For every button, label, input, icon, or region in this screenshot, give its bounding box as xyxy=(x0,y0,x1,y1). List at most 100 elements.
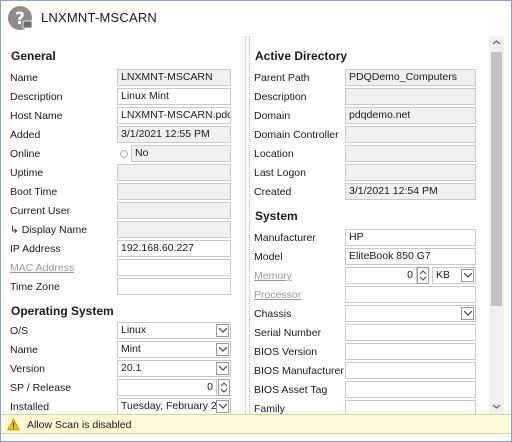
domain-field[interactable]: pdqdemo.net xyxy=(345,107,476,124)
online-status-indicator xyxy=(120,150,128,158)
location-label: Location xyxy=(254,148,294,160)
display-name-label: ↳ Display Name xyxy=(10,224,88,236)
os-label: O/S xyxy=(10,325,29,337)
name-label: Name xyxy=(10,72,39,84)
host-name-label: Host Name xyxy=(10,110,63,122)
chevron-down-icon[interactable] xyxy=(216,362,229,375)
time-zone-label: Time Zone xyxy=(10,281,60,293)
os-version-select[interactable]: 20.1 xyxy=(117,360,231,377)
name-field[interactable]: LNXMNT-MSCARN xyxy=(117,69,231,86)
chevron-down-icon[interactable] xyxy=(461,307,474,320)
host-name-field[interactable]: LNXMNT-MSCARN.pdq xyxy=(117,107,231,124)
online-label: Online xyxy=(10,148,41,160)
general-heading: General xyxy=(11,49,56,63)
sp-release-field[interactable]: 0 xyxy=(117,379,217,396)
memory-link[interactable]: Memory xyxy=(254,270,292,282)
status-message: Allow Scan is disabled xyxy=(27,419,132,431)
status-bar: Allow Scan is disabled xyxy=(1,414,511,434)
created-field[interactable]: 3/1/2021 12:54 PM xyxy=(345,183,476,200)
parent-path-label: Parent Path xyxy=(254,72,310,84)
active-directory-heading: Active Directory xyxy=(255,49,348,63)
system-heading: System xyxy=(255,209,298,223)
ip-address-label: IP Address xyxy=(10,243,61,255)
description-field[interactable]: Linux Mint xyxy=(117,88,231,105)
ip-address-field[interactable]: 192.168.60.227 xyxy=(117,240,231,257)
online-field[interactable]: No xyxy=(131,145,231,162)
scroll-down-button[interactable] xyxy=(489,400,504,414)
location-field[interactable] xyxy=(345,145,476,162)
question-computer-icon: ? xyxy=(8,6,33,30)
scrollbar-thumb[interactable] xyxy=(491,52,502,306)
title-bar: ? LNXMNT-MSCARN xyxy=(1,1,511,33)
bios-asset-tag-field[interactable] xyxy=(345,381,476,398)
os-select-value: Linux xyxy=(121,324,147,336)
display-name-field[interactable] xyxy=(117,221,231,238)
boot-time-label: Boot Time xyxy=(10,186,58,198)
scroll-up-button[interactable] xyxy=(489,36,504,50)
sp-release-label: SP / Release xyxy=(10,382,72,394)
description-label: Description xyxy=(10,91,63,103)
warning-icon xyxy=(7,418,20,431)
bios-manufacturer-field[interactable] xyxy=(345,362,476,379)
installed-date-value: Tuesday, February 2 xyxy=(121,400,217,412)
time-zone-field[interactable] xyxy=(117,278,231,295)
model-label: Model xyxy=(254,251,283,263)
chevron-down-icon[interactable] xyxy=(216,343,229,356)
serial-number-label: Serial Number xyxy=(254,327,322,339)
last-logon-field[interactable] xyxy=(345,164,476,181)
bios-version-field[interactable] xyxy=(345,343,476,360)
stepper-arrows-icon xyxy=(419,270,427,281)
os-name-select-value: Mint xyxy=(121,343,141,355)
properties-panel: General Name LNXMNT-MSCARN Description L… xyxy=(1,34,511,417)
os-select[interactable]: Linux xyxy=(117,322,231,339)
chevron-down-icon xyxy=(492,404,501,409)
installed-date-picker[interactable]: Tuesday, February 2 xyxy=(117,398,231,415)
uptime-field[interactable] xyxy=(117,164,231,181)
sp-release-stepper[interactable] xyxy=(218,379,230,396)
column-divider xyxy=(249,36,250,414)
manufacturer-label: Manufacturer xyxy=(254,232,316,244)
chassis-label: Chassis xyxy=(254,308,292,320)
stepper-arrows-icon xyxy=(220,382,228,393)
uptime-label: Uptime xyxy=(10,167,44,179)
os-version-select-value: 20.1 xyxy=(121,362,142,374)
operating-system-heading: Operating System xyxy=(11,304,114,318)
bios-manufacturer-label: BIOS Manufacturer xyxy=(254,365,344,377)
processor-link[interactable]: Processor xyxy=(254,289,301,301)
domain-controller-label: Domain Controller xyxy=(254,129,339,141)
chevron-down-icon[interactable] xyxy=(461,269,474,282)
mac-address-link[interactable]: MAC Address xyxy=(10,262,74,274)
model-field[interactable]: EliteBook 850 G7 xyxy=(345,248,476,265)
column-divider xyxy=(245,36,246,414)
domain-controller-field[interactable] xyxy=(345,126,476,143)
added-label: Added xyxy=(10,129,41,141)
memory-unit-value: KB xyxy=(436,269,451,281)
vertical-scrollbar[interactable] xyxy=(489,36,504,414)
installed-label: Installed xyxy=(10,401,50,413)
memory-field[interactable]: 0 xyxy=(345,267,417,284)
added-field[interactable]: 3/1/2021 12:55 PM xyxy=(117,126,231,143)
os-name-label: Name xyxy=(10,344,39,356)
memory-unit-select[interactable]: KB xyxy=(432,267,476,284)
chevron-down-icon[interactable] xyxy=(216,324,229,337)
chevron-down-icon[interactable] xyxy=(216,400,229,413)
serial-number-field[interactable] xyxy=(345,324,476,341)
processor-field[interactable] xyxy=(345,286,476,303)
parent-path-field[interactable]: PDQDemo_Computers xyxy=(345,69,476,86)
bios-version-label: BIOS Version xyxy=(254,346,318,358)
window-title: LNXMNT-MSCARN xyxy=(41,10,157,25)
chassis-select[interactable] xyxy=(345,305,476,322)
boot-time-field[interactable] xyxy=(117,183,231,200)
memory-stepper[interactable] xyxy=(417,267,429,284)
created-label: Created xyxy=(254,186,292,198)
last-logon-label: Last Logon xyxy=(254,167,306,179)
os-version-label: Version xyxy=(10,363,46,375)
ad-description-label: Description xyxy=(254,91,307,103)
current-user-field[interactable] xyxy=(117,202,231,219)
domain-label: Domain xyxy=(254,110,291,122)
chevron-up-icon xyxy=(492,40,501,45)
os-name-select[interactable]: Mint xyxy=(117,341,231,358)
manufacturer-field[interactable]: HP xyxy=(345,229,476,246)
mac-address-field[interactable] xyxy=(117,259,231,276)
ad-description-field[interactable] xyxy=(345,88,476,105)
